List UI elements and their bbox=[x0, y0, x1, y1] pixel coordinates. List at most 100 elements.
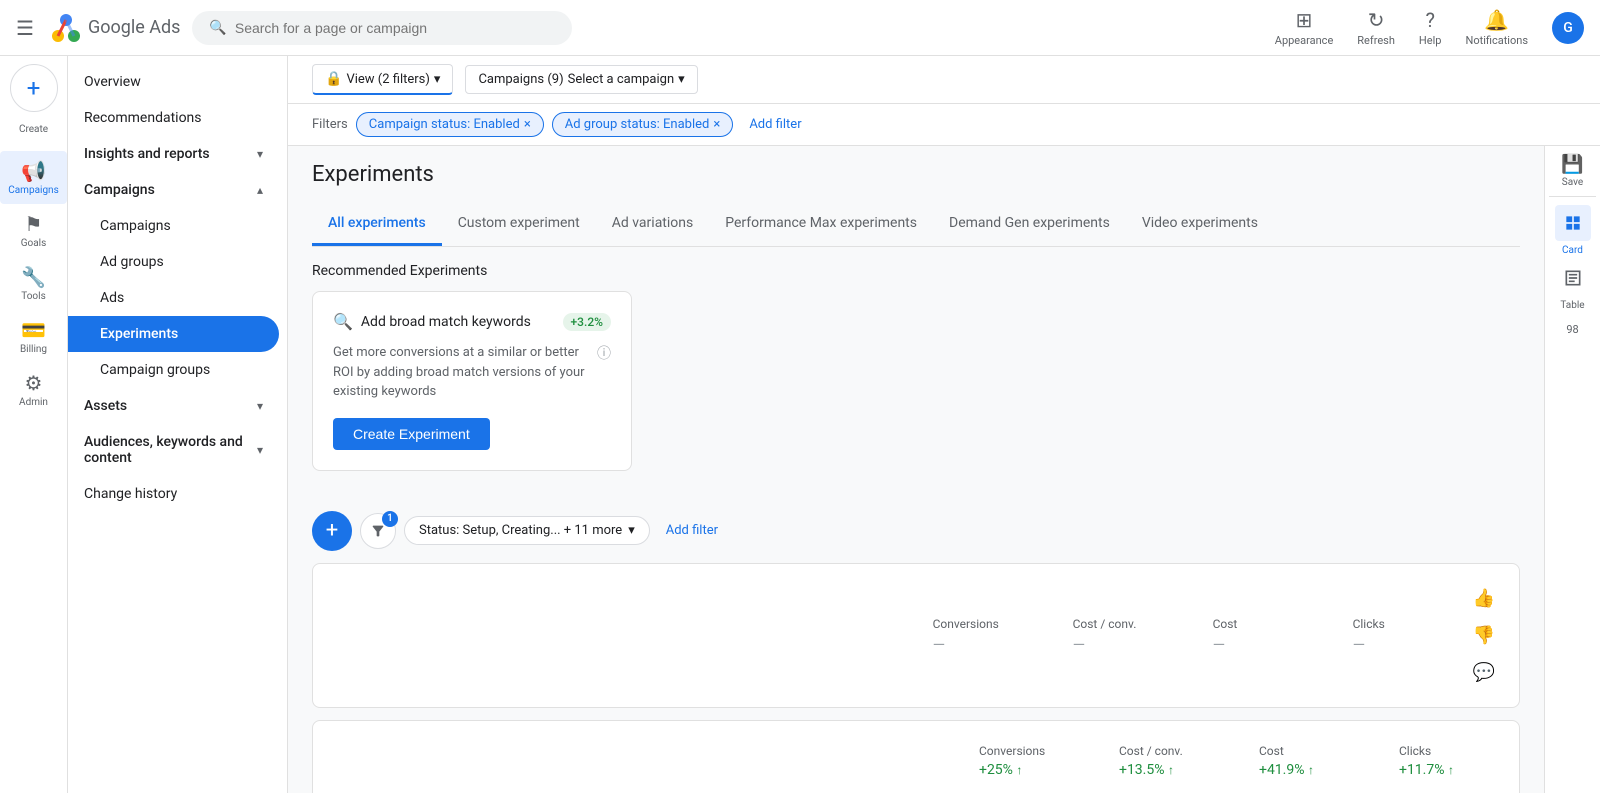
card-label: Card bbox=[1562, 245, 1583, 256]
admin-sidebar-label: Admin bbox=[19, 397, 48, 408]
tab-ad-variations[interactable]: Ad variations bbox=[596, 203, 709, 246]
sidebar-item-goals[interactable]: ⚑ Goals bbox=[0, 204, 67, 257]
card-count: 98 bbox=[1566, 323, 1578, 336]
admin-icon: ⚙ bbox=[25, 371, 43, 395]
google-ads-logo-icon bbox=[50, 12, 82, 44]
refresh-action[interactable]: ↻ Refresh bbox=[1357, 8, 1395, 47]
topbar-left: ☰ Google Ads bbox=[16, 12, 180, 44]
metric-value-cost-1: — bbox=[1213, 635, 1313, 654]
nav-audiences[interactable]: Audiences, keywords and content ▾ bbox=[68, 424, 279, 476]
topbar: ☰ Google Ads 🔍 ⊞ Appearance ↻ Refresh ? … bbox=[0, 0, 1600, 56]
metric-value-cost-conv-1: — bbox=[1073, 635, 1173, 654]
nav-campaign-groups[interactable]: Campaign groups bbox=[68, 352, 279, 388]
thumbs-up-icon[interactable]: 👍 bbox=[1469, 584, 1499, 613]
ad-group-status-chip[interactable]: Ad group status: Enabled × bbox=[552, 112, 734, 137]
metric-col-cost-conv-1: Cost / conv. — bbox=[1073, 617, 1173, 654]
page-content: Experiments All experiments Custom exper… bbox=[288, 146, 1544, 511]
notifications-label: Notifications bbox=[1465, 34, 1528, 47]
help-icon: ? bbox=[1425, 8, 1434, 32]
search-bar[interactable]: 🔍 bbox=[192, 11, 572, 45]
filter-button-wrapper: 1 bbox=[360, 513, 396, 549]
tab-all-experiments[interactable]: All experiments bbox=[312, 203, 442, 246]
campaign-status-chip[interactable]: Campaign status: Enabled × bbox=[356, 112, 544, 137]
card-view-button[interactable] bbox=[1555, 205, 1591, 241]
chip-close-icon-2[interactable]: × bbox=[713, 117, 720, 132]
notifications-action[interactable]: 🔔 Notifications bbox=[1465, 8, 1528, 47]
bottom-section: + 1 Status: Setup, Creating... + 11 more bbox=[288, 511, 1544, 793]
campaign-dropdown[interactable]: Campaigns (9) Select a campaign ▾ bbox=[465, 65, 697, 94]
metric-value-clicks-1: — bbox=[1353, 635, 1453, 654]
campaigns-chevron-icon: ▴ bbox=[257, 183, 263, 197]
assets-chevron-icon: ▾ bbox=[257, 399, 263, 413]
cost-up-arrow bbox=[1308, 762, 1314, 778]
nav-campaigns-sub[interactable]: Campaigns bbox=[68, 208, 279, 244]
page-with-right-panel: Experiments All experiments Custom exper… bbox=[288, 146, 1600, 793]
nav-assets[interactable]: Assets ▾ bbox=[68, 388, 279, 424]
experiment-row-1-metrics: Conversions — Cost / conv. — Cost — bbox=[933, 617, 1453, 654]
appearance-action[interactable]: ⊞ Appearance bbox=[1275, 8, 1334, 47]
campaign-chevron-icon: ▾ bbox=[678, 72, 685, 87]
nav-ads[interactable]: Ads bbox=[68, 280, 279, 316]
status-chip[interactable]: Status: Setup, Creating... + 11 more ▾ bbox=[404, 516, 650, 545]
ad-group-status-chip-label: Ad group status: Enabled bbox=[565, 117, 710, 132]
metric-col-clicks-2: Clicks +11.7% bbox=[1399, 744, 1499, 778]
nav-change-history[interactable]: Change history bbox=[68, 476, 279, 512]
info-icon[interactable]: ⓘ bbox=[597, 344, 611, 365]
sidebar-item-campaigns[interactable]: 📢 Campaigns bbox=[0, 151, 67, 204]
help-action[interactable]: ? Help bbox=[1419, 8, 1442, 47]
right-panel: 💾 Save Card Table bbox=[1544, 146, 1600, 793]
tab-custom-experiment[interactable]: Custom experiment bbox=[442, 203, 596, 246]
sidebar-item-billing[interactable]: 💳 Billing bbox=[0, 310, 67, 363]
nav-campaigns-header[interactable]: Campaigns ▴ bbox=[68, 172, 279, 208]
tab-demand-gen[interactable]: Demand Gen experiments bbox=[933, 203, 1126, 246]
sidebar-item-create-label: Create bbox=[0, 116, 67, 143]
search-input[interactable] bbox=[235, 20, 556, 36]
search-icon: 🔍 bbox=[209, 20, 226, 36]
table-view-icon bbox=[1563, 268, 1583, 288]
lock-icon: 🔒 bbox=[325, 71, 342, 87]
page-title: Experiments bbox=[312, 162, 1520, 187]
create-button[interactable]: + bbox=[10, 64, 58, 112]
metric-col-cost-conv-2: Cost / conv. +13.5% bbox=[1119, 744, 1219, 778]
recommended-experiment-card: 🔍 Add broad match keywords +3.2% Get mor… bbox=[312, 291, 632, 471]
table-view-button[interactable] bbox=[1555, 260, 1591, 296]
logo-text: Google Ads bbox=[88, 17, 180, 38]
add-filter-small-button[interactable]: Add filter bbox=[658, 517, 726, 544]
tab-performance-max[interactable]: Performance Max experiments bbox=[709, 203, 933, 246]
status-chip-chevron-icon: ▾ bbox=[628, 523, 635, 538]
user-avatar[interactable]: G bbox=[1552, 12, 1584, 44]
add-filter-label: Add filter bbox=[749, 117, 801, 132]
create-experiment-button[interactable]: Create Experiment bbox=[333, 418, 490, 450]
sidebar-item-tools[interactable]: 🔧 Tools bbox=[0, 257, 67, 310]
experiment-row-2-metrics: Conversions +25% Cost / conv. bbox=[979, 744, 1499, 778]
comment-icon[interactable]: 💬 bbox=[1469, 658, 1499, 687]
menu-icon[interactable]: ☰ bbox=[16, 16, 34, 40]
nav-panel: Overview Recommendations Insights and re… bbox=[68, 56, 288, 793]
sidebar-item-admin[interactable]: ⚙ Admin bbox=[0, 363, 67, 416]
view-toggle-group: Card Table bbox=[1549, 196, 1596, 311]
left-sidebar: + Create 📢 Campaigns ⚑ Goals 🔧 Tools 💳 B… bbox=[0, 56, 68, 793]
nav-experiments[interactable]: Experiments bbox=[68, 316, 279, 352]
campaigns-count-label: Campaigns (9) bbox=[478, 72, 563, 87]
add-experiment-button[interactable]: + bbox=[312, 511, 352, 551]
metric-col-conversions-2: Conversions +25% bbox=[979, 744, 1079, 778]
nav-recommendations[interactable]: Recommendations bbox=[68, 100, 279, 136]
save-action[interactable]: 💾 Save bbox=[1561, 154, 1583, 188]
view-dropdown[interactable]: 🔒 View (2 filters) ▾ bbox=[312, 64, 453, 95]
tab-video-experiments[interactable]: Video experiments bbox=[1126, 203, 1274, 246]
experiment-description: Get more conversions at a similar or bet… bbox=[333, 343, 611, 402]
nav-insights[interactable]: Insights and reports ▾ bbox=[68, 136, 279, 172]
nav-overview[interactable]: Overview bbox=[68, 64, 279, 100]
filter-bar: 🔒 View (2 filters) ▾ Campaigns (9) Selec… bbox=[288, 56, 1600, 104]
experiment-row-1-content: Conversions — Cost / conv. — Cost — bbox=[313, 564, 1519, 707]
table-label: Table bbox=[1560, 300, 1584, 311]
add-filter-button[interactable]: Add filter bbox=[741, 113, 809, 136]
experiment-row-2-content: Conversions +25% Cost / conv. bbox=[313, 721, 1519, 793]
billing-icon: 💳 bbox=[21, 318, 46, 342]
nav-ad-groups[interactable]: Ad groups bbox=[68, 244, 279, 280]
chip-close-icon[interactable]: × bbox=[524, 117, 531, 132]
google-ads-logo: Google Ads bbox=[50, 12, 180, 44]
experiment-row-1: Conversions — Cost / conv. — Cost — bbox=[312, 563, 1520, 708]
thumbs-down-icon[interactable]: 👎 bbox=[1469, 621, 1499, 650]
metric-value-cost-conv-2: +13.5% bbox=[1119, 762, 1219, 778]
